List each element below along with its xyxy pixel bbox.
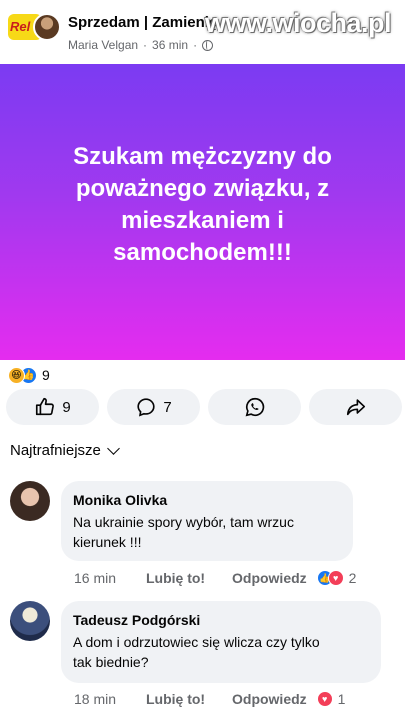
author-name[interactable]: Maria Velgan bbox=[68, 38, 138, 52]
reactions-summary[interactable]: 😆 👍 9 bbox=[8, 366, 50, 384]
post-time[interactable]: 36 min bbox=[152, 38, 188, 52]
comment-time[interactable]: 16 min bbox=[74, 570, 146, 586]
comment-text: A dom i odrzutowiec się wlicza czy tylko… bbox=[73, 634, 320, 670]
post-background: Szukam mężczyzny do poważnego związku, z… bbox=[0, 64, 405, 360]
meta-separator: · bbox=[193, 38, 198, 52]
comment-reactions[interactable]: 👍 ♥ 2 bbox=[316, 570, 357, 586]
comment-like-button[interactable]: Lubię to! bbox=[146, 570, 232, 586]
comment-like-button[interactable]: Lubię to! bbox=[146, 691, 232, 707]
comment-author[interactable]: Monika Olivka bbox=[73, 492, 341, 508]
comment-meta: 16 min Lubię to! Odpowiedz 👍 ♥ 2 bbox=[74, 570, 356, 586]
watermark: www.wiocha.pl bbox=[204, 8, 392, 38]
comment-bubble[interactable]: Tadeusz Podgórski A dom i odrzutowiec si… bbox=[61, 601, 381, 683]
whatsapp-icon bbox=[245, 397, 264, 417]
post-actions: 9 7 bbox=[6, 389, 402, 425]
commenter-avatar[interactable] bbox=[10, 601, 50, 641]
love-icon: ♥ bbox=[327, 570, 344, 586]
comment-time[interactable]: 18 min bbox=[74, 691, 146, 707]
sort-label: Najtrafniejsze bbox=[10, 442, 101, 459]
globe-icon bbox=[202, 39, 214, 51]
meta-separator: · bbox=[143, 38, 148, 52]
group-name[interactable]: Sprzedam | Zamienię bbox=[68, 14, 217, 31]
author-avatar[interactable] bbox=[33, 13, 61, 41]
comment-sort-dropdown[interactable]: Najtrafniejsze bbox=[10, 442, 120, 459]
like-button[interactable]: 9 bbox=[6, 389, 99, 425]
comment-count: 7 bbox=[163, 398, 172, 416]
whatsapp-share-button[interactable] bbox=[208, 389, 301, 425]
post-text: Szukam mężczyzny do poważnego związku, z… bbox=[73, 143, 332, 266]
thumbs-up-icon bbox=[36, 397, 55, 416]
comment-author[interactable]: Tadeusz Podgórski bbox=[73, 612, 369, 628]
chevron-down-icon bbox=[107, 442, 120, 455]
comment-button[interactable]: 7 bbox=[107, 389, 200, 425]
haha-icon: 😆 bbox=[8, 366, 25, 384]
comment-reaction-count: 2 bbox=[348, 570, 357, 586]
commenter-avatar[interactable] bbox=[10, 481, 50, 521]
comment-bubble[interactable]: Monika Olivka Na ukrainie spory wybór, t… bbox=[61, 481, 353, 561]
comment-reaction-count: 1 bbox=[337, 691, 346, 707]
post-meta: Maria Velgan · 36 min · bbox=[68, 38, 214, 52]
reaction-count: 9 bbox=[42, 367, 50, 383]
share-button[interactable] bbox=[309, 389, 402, 425]
comment-meta: 18 min Lubię to! Odpowiedz ♥ 1 bbox=[74, 691, 345, 707]
share-icon bbox=[346, 399, 365, 416]
comment-icon bbox=[137, 398, 155, 417]
like-count: 9 bbox=[62, 398, 71, 416]
comment-reply-button[interactable]: Odpowiedz bbox=[232, 570, 307, 586]
love-icon: ♥ bbox=[316, 691, 333, 707]
comment-reply-button[interactable]: Odpowiedz bbox=[232, 691, 307, 707]
post-header: Rel Sprzedam | Zamienię Maria Velgan · 3… bbox=[0, 0, 405, 64]
comment-text: Na ukrainie spory wybór, tam wrzuc kieru… bbox=[73, 514, 294, 550]
comment-reactions[interactable]: ♥ 1 bbox=[316, 691, 346, 707]
